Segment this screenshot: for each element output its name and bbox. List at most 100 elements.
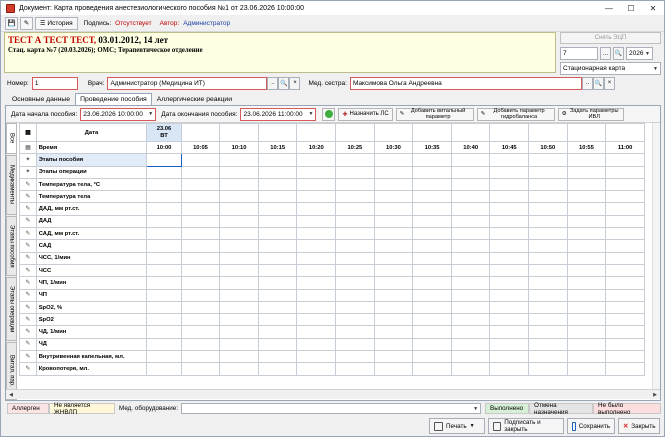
tab-main-data[interactable]: Основные данные xyxy=(7,93,75,105)
grid-cell[interactable] xyxy=(528,288,568,302)
grid-cell[interactable] xyxy=(257,288,298,302)
grid-cell[interactable] xyxy=(180,153,221,167)
grid-cell[interactable] xyxy=(219,263,259,278)
grid-cell[interactable] xyxy=(257,350,298,364)
grid-cell[interactable] xyxy=(605,362,645,376)
grid-cell[interactable] xyxy=(373,313,414,327)
nurse-search-icon[interactable]: 🔍 xyxy=(592,76,604,90)
grid-cell[interactable] xyxy=(450,337,491,352)
save-button[interactable]: Сохранить xyxy=(567,418,615,434)
grid-cell[interactable] xyxy=(373,276,414,290)
grid-cell[interactable] xyxy=(146,362,182,376)
grid-cell[interactable] xyxy=(489,153,530,167)
grid-cell[interactable] xyxy=(257,337,298,352)
grid-cell[interactable] xyxy=(335,362,375,376)
grid-cell[interactable] xyxy=(335,239,375,253)
grid-cell[interactable] xyxy=(180,362,221,376)
nurse-ellipsis-icon[interactable]: .. xyxy=(581,76,593,90)
grid-cell[interactable] xyxy=(489,239,530,253)
pencil-icon[interactable]: ✎ xyxy=(19,362,37,376)
grid-cell[interactable] xyxy=(373,263,414,278)
equip-select[interactable]: ▼ xyxy=(181,403,482,414)
grid-cell[interactable] xyxy=(257,190,298,204)
grid-cell[interactable] xyxy=(489,313,530,327)
grid-cell[interactable] xyxy=(566,239,607,253)
grid-cell[interactable] xyxy=(335,227,375,241)
grid-cell[interactable] xyxy=(373,239,414,253)
history-button[interactable]: ☰ История xyxy=(35,16,78,30)
grid-cell[interactable] xyxy=(412,325,452,339)
grid-cell[interactable] xyxy=(296,251,337,265)
grid-cell[interactable] xyxy=(335,251,375,265)
grid-cell[interactable] xyxy=(450,214,491,229)
grid-cell[interactable] xyxy=(566,251,607,265)
grid-cell[interactable] xyxy=(335,214,375,229)
grid-cell[interactable] xyxy=(219,214,259,229)
grid-cell[interactable] xyxy=(528,300,568,315)
grid-cell[interactable] xyxy=(335,202,375,216)
grid-cell[interactable] xyxy=(412,165,452,179)
close-button[interactable]: ✕ Закрыть xyxy=(618,418,660,434)
stage-icon[interactable]: ✦ xyxy=(19,165,37,179)
grid-cell[interactable] xyxy=(146,350,182,364)
grid-cell[interactable] xyxy=(566,337,607,352)
doctor-clear-icon[interactable]: × xyxy=(289,76,301,90)
grid-cell[interactable] xyxy=(450,350,491,364)
grid-cell[interactable] xyxy=(296,190,337,204)
grid-cell[interactable] xyxy=(489,362,530,376)
grid-cell[interactable] xyxy=(566,300,607,315)
grid-cell[interactable] xyxy=(450,300,491,315)
grid-cell[interactable] xyxy=(296,288,337,302)
grid-cell[interactable] xyxy=(412,288,452,302)
grid-cell[interactable] xyxy=(412,239,452,253)
grid-cell[interactable] xyxy=(257,313,298,327)
grid-cell[interactable] xyxy=(296,350,337,364)
grid-cell[interactable] xyxy=(605,263,645,278)
grid-cell[interactable] xyxy=(373,362,414,376)
pencil-icon[interactable]: ✎ xyxy=(19,239,37,253)
save-doc-icon[interactable]: 💾 xyxy=(5,16,18,30)
grid-cell[interactable] xyxy=(489,300,530,315)
grid-cell[interactable] xyxy=(373,165,414,179)
grid-cell[interactable] xyxy=(257,153,298,167)
grid-cell[interactable] xyxy=(489,227,530,241)
grid-cell[interactable] xyxy=(146,177,182,192)
vtab-procedure-stages[interactable]: Этапы пособия xyxy=(6,216,17,276)
grid-cell[interactable] xyxy=(180,325,221,339)
grid-cell[interactable] xyxy=(528,227,568,241)
grid-cell[interactable] xyxy=(489,165,530,179)
grid-cell[interactable] xyxy=(296,165,337,179)
grid-cell[interactable] xyxy=(528,190,568,204)
grid-cell[interactable] xyxy=(146,227,182,241)
grid-cell[interactable] xyxy=(180,202,221,216)
grid-cell[interactable] xyxy=(528,214,568,229)
grid-cell[interactable] xyxy=(450,325,491,339)
grid-cell[interactable] xyxy=(257,165,298,179)
grid-cell[interactable] xyxy=(528,202,568,216)
grid-cell[interactable] xyxy=(180,276,221,290)
grid-cell[interactable] xyxy=(335,263,375,278)
grid-cell[interactable] xyxy=(450,276,491,290)
pencil-icon[interactable]: ✎ xyxy=(19,263,37,278)
pencil-icon[interactable]: ✎ xyxy=(19,313,37,327)
end-date-input[interactable]: 23.06.2026 11:00:00 ▼ xyxy=(240,107,317,121)
grid-cell[interactable] xyxy=(605,337,645,352)
grid-cell[interactable] xyxy=(146,313,182,327)
grid-cell[interactable] xyxy=(489,202,530,216)
grid-cell[interactable] xyxy=(180,350,221,364)
grid-cell[interactable] xyxy=(605,153,645,167)
grid-cell[interactable] xyxy=(296,263,337,278)
grid-cell[interactable] xyxy=(566,177,607,192)
grid-cell[interactable] xyxy=(566,276,607,290)
grid-cell[interactable] xyxy=(412,300,452,315)
pencil-icon[interactable]: ✎ xyxy=(19,288,37,302)
grid-cell[interactable] xyxy=(373,202,414,216)
grid-cell[interactable] xyxy=(605,288,645,302)
grid-cell[interactable] xyxy=(528,337,568,352)
pencil-icon[interactable]: ✎ xyxy=(19,190,37,204)
grid-cell[interactable] xyxy=(566,202,607,216)
grid-cell[interactable] xyxy=(180,300,221,315)
grid-cell[interactable] xyxy=(605,227,645,241)
grid-cell[interactable] xyxy=(528,276,568,290)
pencil-icon[interactable]: ✎ xyxy=(19,300,37,315)
